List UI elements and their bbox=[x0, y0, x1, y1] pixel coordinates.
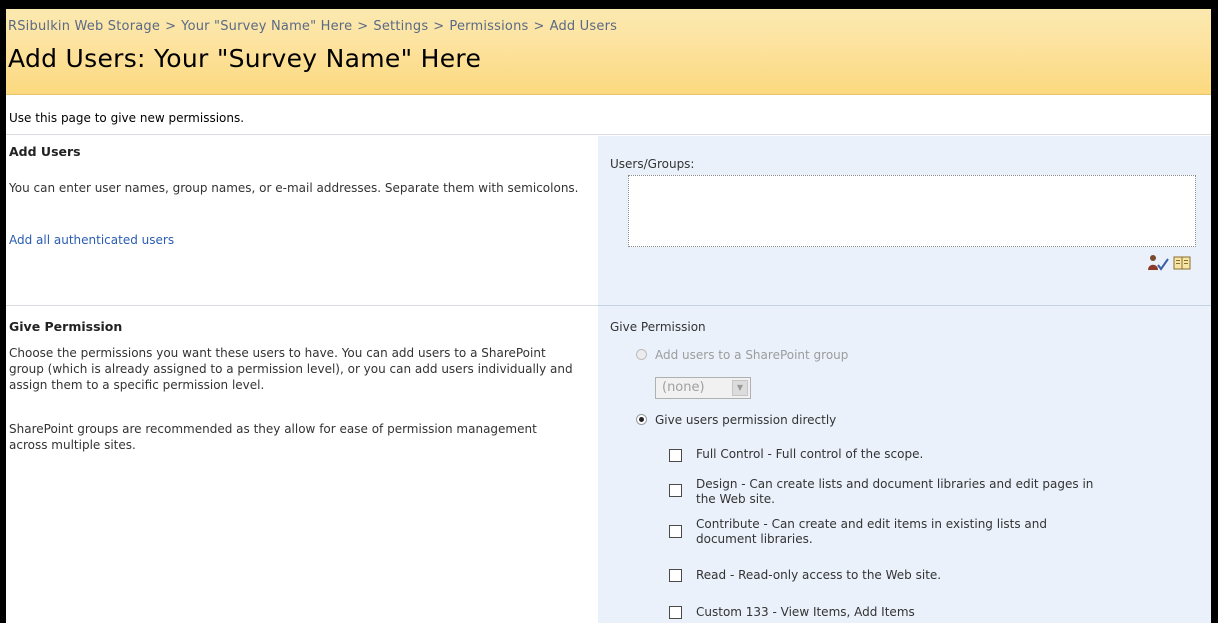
permission-design-label: Design - Can create lists and document l… bbox=[696, 477, 1094, 506]
users-groups-input[interactable] bbox=[628, 175, 1196, 247]
sharepoint-groups-note: SharePoint groups are recommended as the… bbox=[9, 422, 537, 452]
page-title: Add Users: Your "Survey Name" Here bbox=[8, 44, 482, 73]
title-band: RSibulkin Web Storage > Your "Survey Name"… bbox=[6, 9, 1211, 95]
sharepoint-group-select-value: (none) bbox=[662, 380, 705, 395]
breadcrumb-item-current: Add Users bbox=[549, 19, 618, 34]
breadcrumb-item-permissions[interactable]: Permissions bbox=[449, 19, 528, 34]
breadcrumb-item-site[interactable]: RSibulkin Web Storage bbox=[8, 19, 160, 34]
add-users-title: Add Users bbox=[9, 144, 81, 159]
radio-give-direct-label: Give users permission directly bbox=[655, 413, 837, 427]
breadcrumb-separator: > bbox=[433, 19, 445, 34]
give-permission-title: Give Permission bbox=[9, 319, 123, 334]
give-permission-description: Choose the permissions you want these us… bbox=[9, 346, 573, 392]
permission-full-control-label: Full Control - Full control of the scope… bbox=[696, 447, 924, 461]
breadcrumb: RSibulkin Web Storage > Your "Survey Name"… bbox=[8, 19, 617, 34]
checkbox-design[interactable] bbox=[669, 484, 682, 497]
radio-add-to-group[interactable] bbox=[636, 349, 647, 360]
checkbox-read[interactable] bbox=[669, 569, 682, 582]
right-pane-divider bbox=[598, 305, 1211, 306]
divider bbox=[6, 134, 1211, 135]
breadcrumb-separator: > bbox=[533, 19, 545, 34]
checkbox-full-control[interactable] bbox=[669, 449, 682, 462]
radio-add-to-group-label: Add users to a SharePoint group bbox=[655, 348, 849, 362]
chevron-down-icon[interactable]: ▼ bbox=[732, 380, 748, 396]
page-frame: RSibulkin Web Storage > Your "Survey Name"… bbox=[0, 0, 1218, 623]
radio-give-direct[interactable] bbox=[636, 414, 647, 425]
users-groups-label: Users/Groups: bbox=[610, 157, 695, 171]
add-users-description: You can enter user names, group names, o… bbox=[9, 181, 579, 195]
address-book-icon[interactable] bbox=[1173, 255, 1191, 271]
checkbox-custom-133[interactable] bbox=[669, 606, 682, 619]
breadcrumb-separator: > bbox=[357, 19, 369, 34]
check-names-icon[interactable] bbox=[1147, 254, 1169, 272]
divider bbox=[6, 305, 598, 306]
sharepoint-group-select[interactable]: (none) ▼ bbox=[655, 377, 751, 399]
permission-contribute-label: Contribute - Can create and edit items i… bbox=[696, 517, 1048, 546]
right-border bbox=[1211, 0, 1218, 623]
add-authenticated-users-link[interactable]: Add all authenticated users bbox=[9, 233, 174, 247]
give-permission-label: Give Permission bbox=[610, 320, 706, 334]
intro-text: Use this page to give new permissions. bbox=[9, 111, 245, 125]
checkbox-contribute[interactable] bbox=[669, 525, 682, 538]
breadcrumb-separator: > bbox=[165, 19, 177, 34]
permission-custom-133-label: Custom 133 - View Items, Add Items bbox=[696, 605, 915, 619]
permission-read-label: Read - Read-only access to the Web site. bbox=[696, 568, 942, 582]
breadcrumb-item-survey[interactable]: Your "Survey Name" Here bbox=[181, 19, 352, 34]
breadcrumb-item-settings[interactable]: Settings bbox=[373, 19, 428, 34]
